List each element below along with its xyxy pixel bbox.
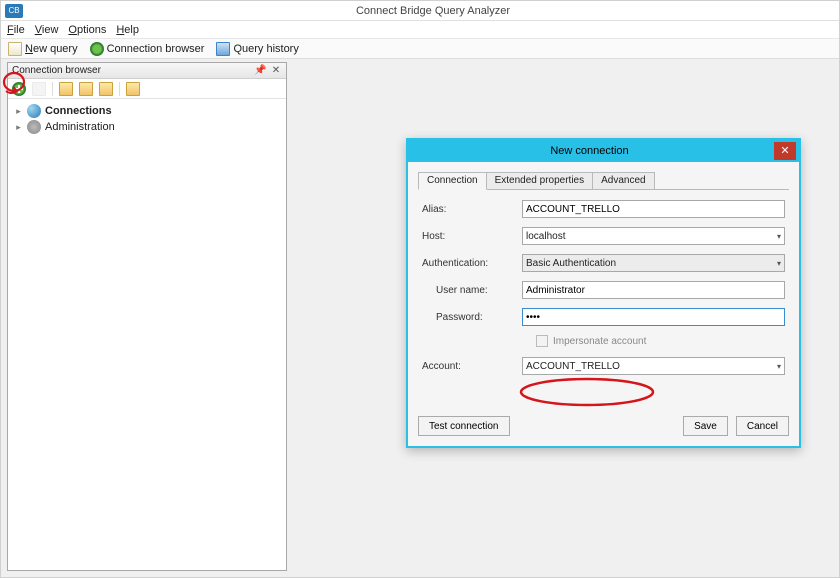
panel-body: ▸ Connections ▸ Administration bbox=[8, 99, 286, 570]
password-label: Password: bbox=[422, 312, 522, 323]
row-authentication: Authentication: Basic Authentication ▾ bbox=[422, 254, 785, 272]
panel-tool-2-icon[interactable] bbox=[79, 82, 93, 96]
row-account: Account: ACCOUNT_TRELLO ▾ bbox=[422, 357, 785, 375]
account-field[interactable]: ACCOUNT_TRELLO ▾ bbox=[522, 357, 785, 375]
tree-connections-label: Connections bbox=[45, 105, 112, 117]
connection-browser-label: Connection browser bbox=[107, 43, 205, 55]
account-label: Account: bbox=[422, 361, 522, 372]
remove-connection-icon[interactable] bbox=[32, 82, 46, 96]
connection-browser-icon bbox=[90, 42, 104, 56]
window-title: Connect Bridge Query Analyzer bbox=[27, 5, 839, 17]
query-history-icon bbox=[216, 42, 230, 56]
tree-administration-label: Administration bbox=[45, 121, 115, 133]
cancel-button[interactable]: Cancel bbox=[736, 416, 789, 436]
username-label: User name: bbox=[422, 285, 522, 296]
tab-connection[interactable]: Connection bbox=[418, 172, 487, 190]
new-query-icon bbox=[8, 42, 22, 56]
main-toolbar: New query Connection browser Query histo… bbox=[1, 39, 839, 59]
panel-toolbar bbox=[8, 79, 286, 99]
annotation-add-connection-circle bbox=[3, 71, 29, 95]
connection-browser-button[interactable]: Connection browser bbox=[87, 41, 208, 57]
authentication-label: Authentication: bbox=[422, 258, 522, 269]
row-username: User name: bbox=[422, 281, 785, 299]
dialog-button-row: Test connection Save Cancel bbox=[418, 416, 789, 436]
save-button[interactable]: Save bbox=[683, 416, 728, 436]
row-password: Password: bbox=[422, 308, 785, 326]
chevron-down-icon: ▾ bbox=[777, 259, 781, 268]
chevron-down-icon: ▾ bbox=[777, 232, 781, 241]
new-query-button[interactable]: New query bbox=[5, 41, 81, 57]
row-host: Host: localhost ▾ bbox=[422, 227, 785, 245]
authentication-value: Basic Authentication bbox=[526, 258, 616, 269]
dialog-body: Connection Extended properties Advanced … bbox=[408, 162, 799, 446]
query-history-button[interactable]: Query history bbox=[213, 41, 301, 57]
alias-field[interactable] bbox=[522, 200, 785, 218]
row-impersonate: Impersonate account bbox=[422, 335, 785, 347]
row-alias: Alias: bbox=[422, 200, 785, 218]
expand-icon[interactable]: ▸ bbox=[14, 107, 23, 116]
app-icon: CB bbox=[5, 4, 23, 18]
panel-header: Connection browser 📌 ✕ bbox=[8, 63, 286, 79]
authentication-field[interactable]: Basic Authentication ▾ bbox=[522, 254, 785, 272]
query-history-label: Query history bbox=[233, 43, 298, 55]
connection-form: Alias: Host: localhost ▾ Authentication:… bbox=[418, 190, 789, 375]
panel-close-icon[interactable]: ✕ bbox=[270, 65, 282, 77]
chevron-down-icon: ▾ bbox=[777, 362, 781, 371]
administration-icon bbox=[27, 120, 41, 134]
toolbar-separator bbox=[119, 82, 120, 96]
connections-icon bbox=[27, 104, 41, 118]
panel-tool-4-icon[interactable] bbox=[126, 82, 140, 96]
impersonate-checkbox[interactable] bbox=[536, 335, 548, 347]
dialog-close-button[interactable]: ✕ bbox=[774, 142, 796, 160]
host-label: Host: bbox=[422, 231, 522, 242]
menu-help[interactable]: Help bbox=[116, 24, 139, 36]
title-bar: CB Connect Bridge Query Analyzer bbox=[1, 1, 839, 21]
tab-advanced[interactable]: Advanced bbox=[592, 172, 654, 189]
tree-administration-row[interactable]: ▸ Administration bbox=[14, 119, 280, 135]
tab-extended-properties[interactable]: Extended properties bbox=[486, 172, 594, 189]
password-field[interactable] bbox=[522, 308, 785, 326]
application-window: CB Connect Bridge Query Analyzer File Vi… bbox=[0, 0, 840, 578]
impersonate-label: Impersonate account bbox=[553, 336, 646, 347]
tree-connections-row[interactable]: ▸ Connections bbox=[14, 103, 280, 119]
account-value: ACCOUNT_TRELLO bbox=[526, 361, 620, 372]
expand-icon[interactable]: ▸ bbox=[14, 123, 23, 132]
menu-file[interactable]: File bbox=[7, 24, 25, 36]
new-query-label: New query bbox=[25, 43, 78, 55]
connection-browser-panel: Connection browser 📌 ✕ ▸ Connectio bbox=[7, 62, 287, 571]
menu-options[interactable]: Options bbox=[68, 24, 106, 36]
menu-view[interactable]: View bbox=[35, 24, 59, 36]
new-connection-dialog: New connection ✕ Connection Extended pro… bbox=[406, 138, 801, 448]
dialog-title-bar[interactable]: New connection ✕ bbox=[408, 140, 799, 162]
menu-bar: File View Options Help bbox=[1, 21, 839, 39]
host-value: localhost bbox=[526, 231, 565, 242]
alias-label: Alias: bbox=[422, 204, 522, 215]
host-field[interactable]: localhost ▾ bbox=[522, 227, 785, 245]
username-field[interactable] bbox=[522, 281, 785, 299]
dialog-tabs: Connection Extended properties Advanced bbox=[418, 170, 789, 190]
panel-tool-1-icon[interactable] bbox=[59, 82, 73, 96]
pin-icon[interactable]: 📌 bbox=[254, 65, 266, 77]
panel-tool-3-icon[interactable] bbox=[99, 82, 113, 96]
dialog-title: New connection bbox=[408, 145, 771, 157]
toolbar-separator bbox=[52, 82, 53, 96]
test-connection-button[interactable]: Test connection bbox=[418, 416, 510, 436]
